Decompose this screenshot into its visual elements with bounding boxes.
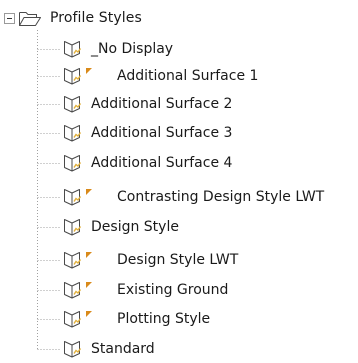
tree-item-label: Design Style LWT — [117, 252, 239, 268]
profile-style-icon — [64, 252, 82, 269]
tree-item-label: Plotting Style — [117, 311, 211, 327]
tree-item-plotting-style[interactable]: Plotting Style — [62, 306, 210, 332]
profile-style-icon — [64, 282, 82, 299]
tree-item-design-style-lwt[interactable]: Design Style LWT — [62, 247, 238, 273]
tree-item-label: Additional Surface 1 — [117, 68, 259, 84]
tree-item-label: Additional Surface 3 — [91, 125, 233, 141]
profile-styles-tree: Profile Styles _No Display Additional Su… — [0, 0, 358, 363]
profile-style-icon — [64, 125, 82, 142]
tree-item-label: Existing Ground — [117, 282, 229, 298]
profile-style-icon — [64, 311, 82, 328]
tree-item-contrasting-design-style-lwt[interactable]: Contrasting Design Style LWT — [62, 184, 324, 210]
modified-flag-icon — [86, 282, 92, 288]
profile-style-icon — [64, 341, 82, 358]
tree-item-label: _No Display — [91, 41, 174, 57]
profile-style-icon — [64, 219, 82, 236]
profile-style-icon — [64, 41, 82, 58]
tree-item-no-display[interactable]: _No Display — [62, 36, 173, 62]
modified-flag-icon — [86, 311, 92, 317]
profile-style-icon — [64, 189, 82, 206]
tree-item-additional-surface-2[interactable]: Additional Surface 2 — [62, 91, 232, 117]
tree-item-label: Contrasting Design Style LWT — [117, 189, 325, 205]
tree-item-label: Standard — [91, 341, 155, 357]
collapse-minus-icon[interactable] — [4, 12, 15, 24]
tree-node-profile-styles[interactable]: Profile Styles — [4, 5, 142, 31]
profile-style-icon — [64, 96, 82, 113]
tree-item-label: Additional Surface 4 — [91, 155, 233, 171]
tree-item-design-style[interactable]: Design Style — [62, 214, 179, 240]
tree-root-label: Profile Styles — [50, 10, 142, 26]
profile-style-icon — [64, 155, 82, 172]
tree-item-existing-ground[interactable]: Existing Ground — [62, 277, 228, 303]
tree-item-standard[interactable]: Standard — [62, 336, 155, 362]
modified-flag-icon — [86, 68, 92, 74]
modified-flag-icon — [86, 252, 92, 258]
modified-flag-icon — [86, 189, 92, 195]
tree-item-additional-surface-3[interactable]: Additional Surface 3 — [62, 120, 232, 146]
tree-item-label: Additional Surface 2 — [91, 96, 233, 112]
tree-item-additional-surface-4[interactable]: Additional Surface 4 — [62, 150, 232, 176]
folder-open-icon — [19, 12, 41, 26]
profile-style-icon — [64, 68, 82, 85]
tree-item-additional-surface-1[interactable]: Additional Surface 1 — [62, 63, 258, 89]
tree-item-label: Design Style — [91, 219, 179, 235]
